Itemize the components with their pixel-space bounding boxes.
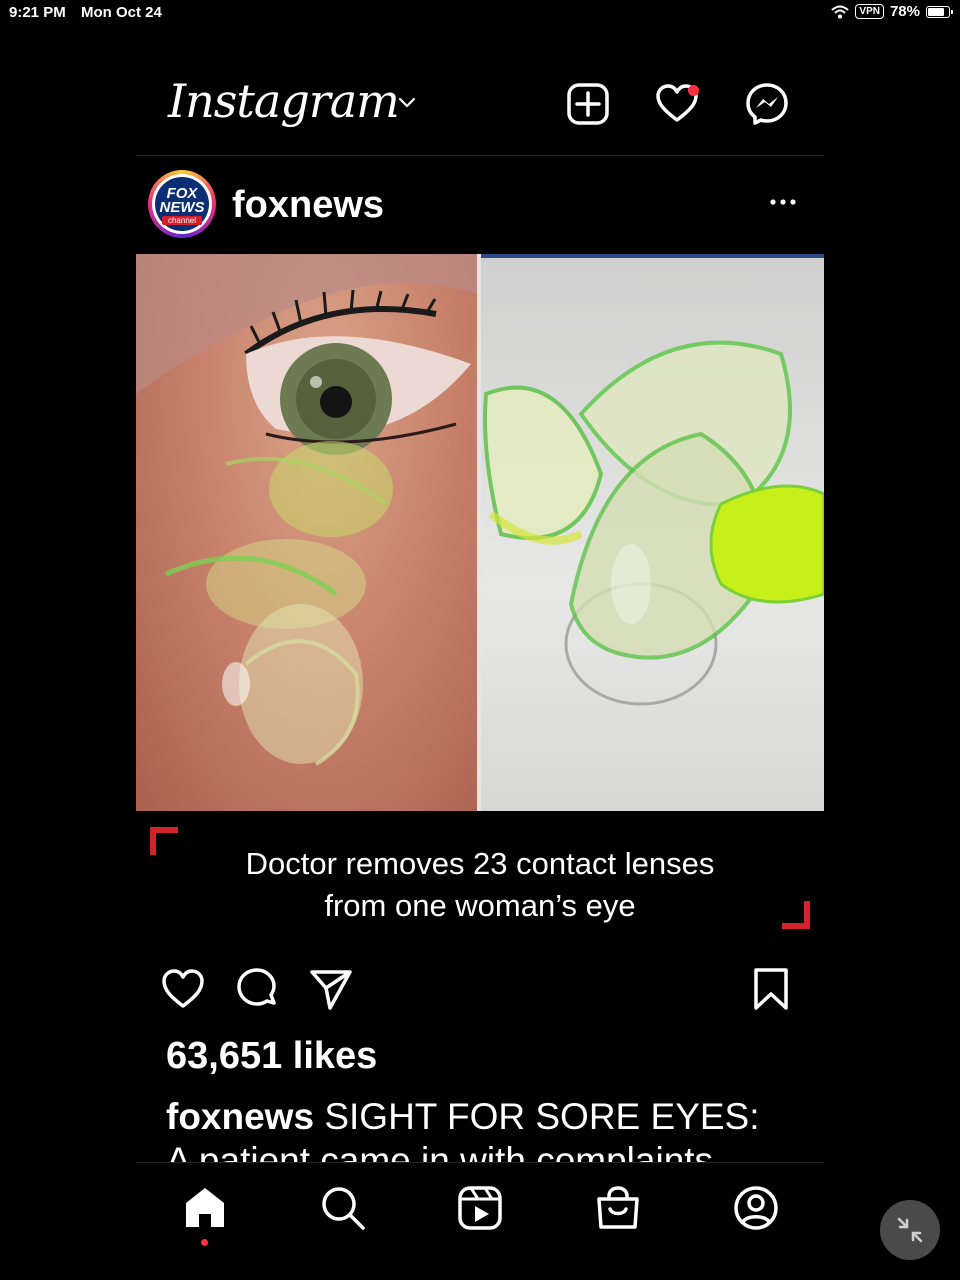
logo-text-channel: channel: [162, 216, 202, 225]
status-time: 9:21 PM: [9, 4, 66, 21]
logo-text-fox: FOX: [166, 185, 198, 202]
post-caption: foxnews SIGHT FOR SORE EYES:: [166, 1096, 806, 1138]
logo-text-news: NEWS: [159, 199, 205, 216]
collapse-arrows-icon: [897, 1217, 923, 1243]
image-headline: Doctor removes 23 contact lenses from on…: [136, 811, 824, 951]
lenses-photo: [481, 254, 824, 811]
post-actions: [136, 960, 824, 1016]
post-username[interactable]: foxnews: [232, 184, 384, 227]
status-date: Mon Oct 24: [81, 4, 162, 21]
battery-percent: 78%: [889, 3, 920, 20]
app-header: Instagram: [136, 60, 824, 156]
battery-icon: [926, 5, 953, 18]
headline-line-1: Doctor removes 23 contact lenses: [245, 846, 715, 881]
post-header: FOX NEWS channel foxnews: [136, 156, 824, 252]
profile-icon[interactable]: [733, 1185, 779, 1231]
corner-bracket-bottom-right: [782, 901, 810, 929]
bottom-nav: [136, 1162, 824, 1263]
post-image[interactable]: [136, 254, 824, 811]
comment-icon[interactable]: [234, 966, 280, 1012]
collapse-window-button[interactable]: [880, 1200, 940, 1260]
notification-dot: [688, 85, 699, 96]
vpn-badge: VPN: [855, 4, 884, 19]
caption-username[interactable]: foxnews: [166, 1096, 314, 1137]
eye-photo: [136, 254, 477, 811]
search-icon[interactable]: [320, 1185, 366, 1231]
fox-news-logo: FOX NEWS channel: [155, 177, 209, 231]
like-heart-icon[interactable]: [160, 966, 206, 1012]
more-options-icon[interactable]: [768, 192, 798, 212]
post-caption-line-2: A patient came in with complaints: [166, 1140, 714, 1162]
home-active-dot: [201, 1239, 208, 1246]
instagram-logo[interactable]: Instagram: [168, 74, 400, 128]
share-icon[interactable]: [308, 966, 354, 1012]
like-count[interactable]: 63,651 likes: [166, 1035, 377, 1078]
status-bar: 9:21 PM Mon Oct 24 VPN 78%: [0, 0, 960, 26]
messenger-icon[interactable]: [745, 82, 789, 126]
caption-text: SIGHT FOR SORE EYES:: [314, 1096, 760, 1137]
chevron-down-icon[interactable]: [398, 96, 416, 110]
status-indicators: VPN 78%: [831, 3, 953, 20]
save-bookmark-icon[interactable]: [748, 966, 794, 1012]
shop-icon[interactable]: [595, 1185, 641, 1231]
wifi-icon: [831, 5, 850, 18]
headline-line-2: from one woman’s eye: [324, 888, 636, 923]
avatar[interactable]: FOX NEWS channel: [148, 170, 216, 238]
new-post-icon[interactable]: [566, 82, 610, 126]
home-icon[interactable]: [182, 1185, 228, 1231]
reels-icon[interactable]: [457, 1185, 503, 1231]
